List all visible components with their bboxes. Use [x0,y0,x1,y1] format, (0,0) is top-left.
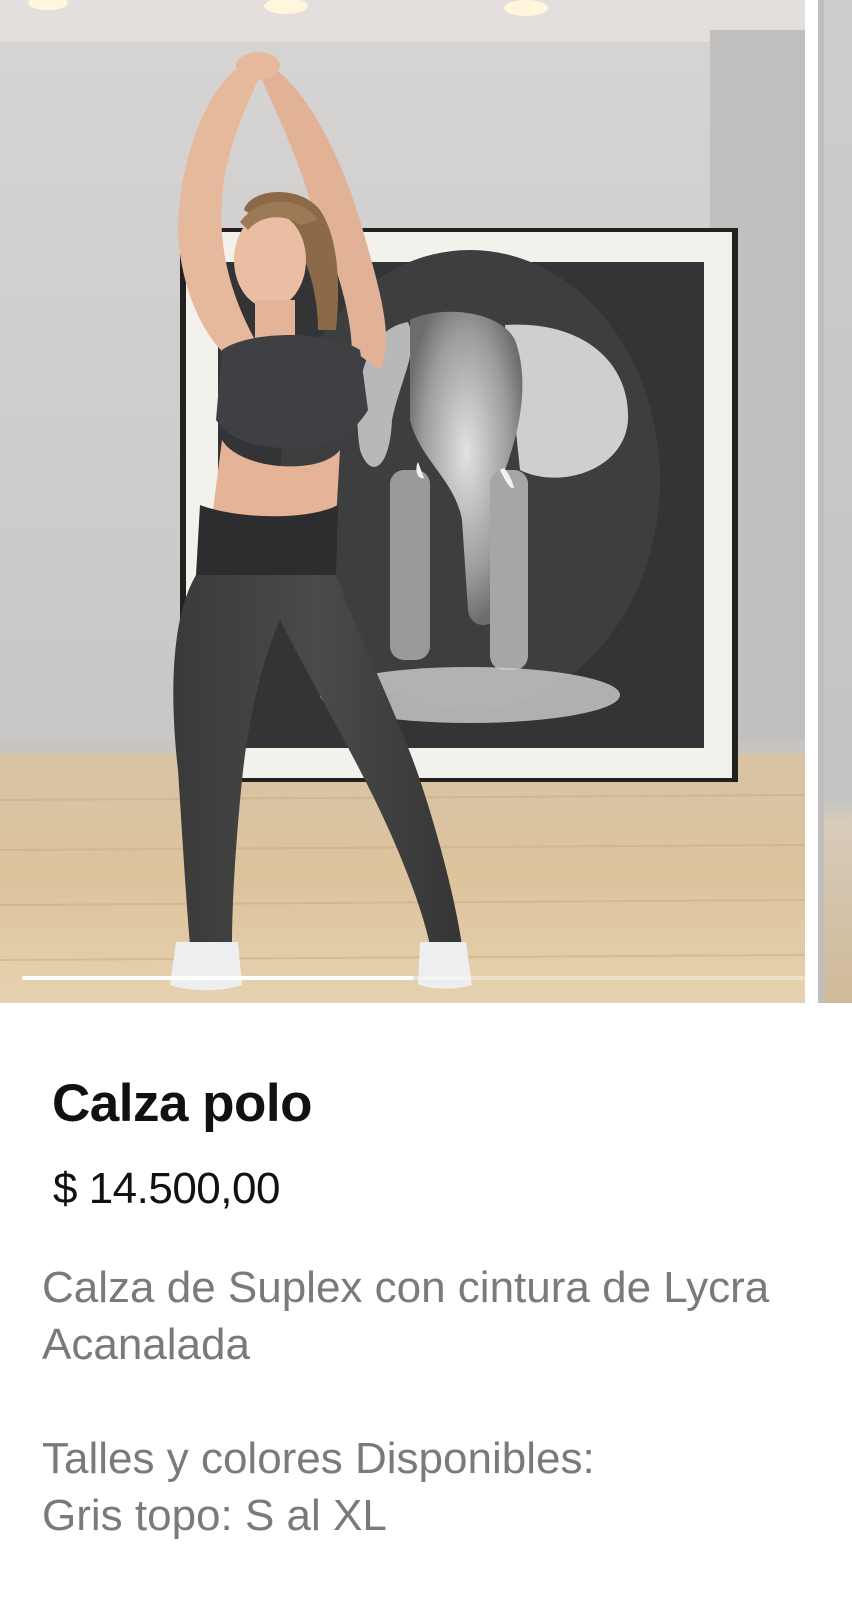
product-photo-main[interactable] [0,0,805,1003]
product-price: $ 14.500,00 [53,1164,280,1213]
product-description-line: Calza de Suplex con cintura de Lycra [42,1263,770,1312]
product-description-line: Talles y colores Disponibles: [42,1434,595,1483]
product-info: Calza polo $ 14.500,00 Calza de Suplex c… [0,1003,852,1600]
product-description-line: Acanalada [42,1320,250,1369]
next-product-photo-peek[interactable] [818,0,852,1003]
product-title: Calza polo [52,1074,313,1133]
carousel-progress-fill [22,976,414,980]
product-image-carousel[interactable] [0,0,852,1003]
product-description-line: Gris topo: S al XL [42,1491,387,1540]
product-photo [0,0,805,1003]
carousel-progress-indicator [22,976,805,980]
